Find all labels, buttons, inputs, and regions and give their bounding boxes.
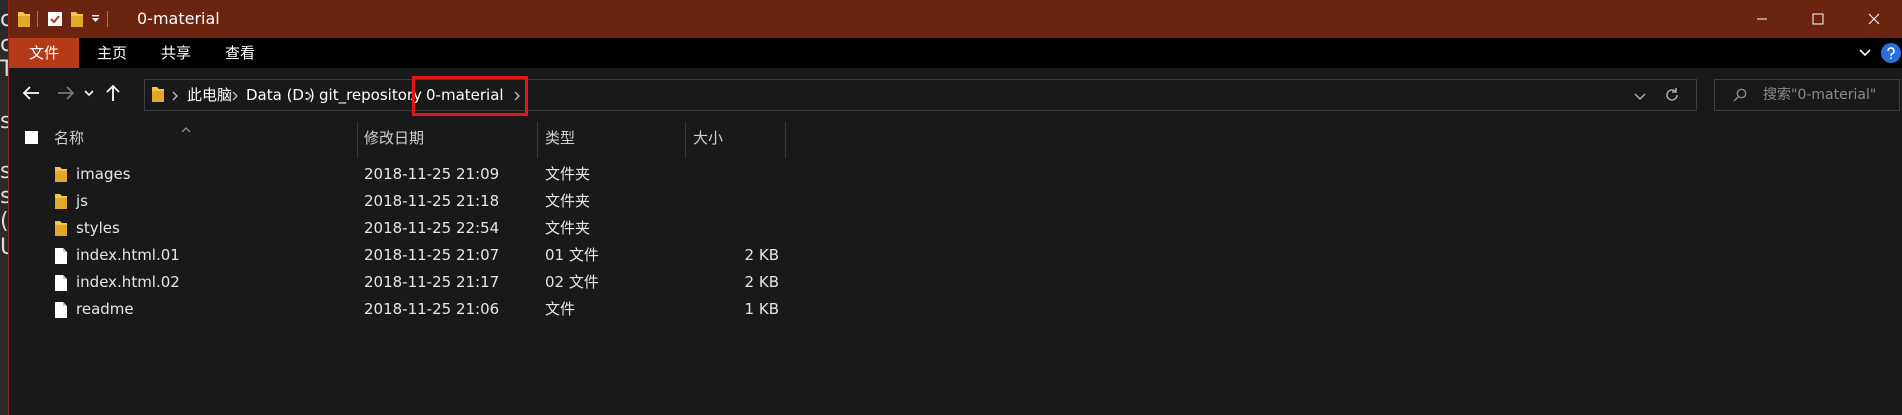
column-divider[interactable] (537, 122, 538, 158)
location-folder-icon (151, 86, 165, 107)
file-modified: 2018-11-25 21:09 (364, 165, 500, 183)
app-folder-icon (17, 10, 31, 28)
chevron-right-icon[interactable] (305, 88, 315, 102)
file-row[interactable]: styles 2018-11-25 22:54 文件夹 (9, 215, 809, 242)
title-bar[interactable]: 0-material (9, 0, 1902, 38)
file-name: images (76, 165, 131, 183)
file-row[interactable]: index.html.01 2018-11-25 21:07 01 文件 2 K… (9, 242, 809, 269)
file-type: 文件夹 (545, 192, 591, 210)
file-name: styles (76, 219, 120, 237)
arrow-left-icon (22, 86, 39, 100)
minimize-button[interactable] (1734, 0, 1790, 38)
window-title: 0-material (137, 9, 220, 28)
file-icon (54, 247, 68, 265)
file-name: index.html.01 (76, 246, 180, 264)
file-size (689, 161, 779, 188)
address-history-dropdown[interactable] (1633, 88, 1647, 107)
column-divider[interactable] (785, 122, 786, 158)
file-icon (54, 274, 68, 292)
tab-view[interactable]: 查看 (212, 38, 268, 68)
column-header-modified[interactable]: 修改日期 (364, 118, 534, 158)
column-header-type[interactable]: 类型 (545, 118, 685, 158)
chevron-right-icon[interactable] (231, 88, 241, 102)
chevron-right-icon[interactable] (171, 88, 181, 102)
folder-icon (54, 193, 68, 211)
address-bar[interactable]: 此电脑 Data (D:) git_repository 0-material (144, 76, 1697, 116)
file-name: readme (76, 300, 134, 318)
file-type: 02 文件 (545, 273, 599, 291)
column-divider[interactable] (357, 122, 358, 158)
column-divider[interactable] (685, 122, 686, 158)
arrow-up-icon (106, 84, 120, 101)
file-size: 2 KB (744, 273, 779, 291)
highlight-box (412, 76, 528, 116)
file-size (689, 215, 779, 242)
search-box[interactable]: 搜索"0-material" (1714, 79, 1900, 111)
file-name: js (76, 192, 88, 210)
close-icon (1868, 13, 1880, 25)
recent-locations-button[interactable] (80, 80, 98, 106)
folder-icon (54, 166, 68, 184)
minimize-icon (1757, 18, 1767, 20)
chevron-down-icon (1859, 49, 1871, 57)
file-size: 2 KB (744, 246, 779, 264)
arrow-right-icon (58, 86, 75, 100)
back-button[interactable] (18, 80, 44, 106)
file-name: index.html.02 (76, 273, 180, 291)
file-type: 文件 (545, 300, 576, 318)
navigation-bar: 此电脑 Data (D:) git_repository 0-material … (9, 68, 1902, 118)
chevron-down-icon (1634, 93, 1646, 101)
search-placeholder: 搜索"0-material" (1763, 87, 1877, 103)
new-folder-icon[interactable] (70, 10, 84, 28)
refresh-button[interactable] (1664, 87, 1680, 107)
properties-icon[interactable] (47, 10, 63, 28)
file-row[interactable]: readme 2018-11-25 21:06 文件 1 KB (9, 296, 809, 323)
select-all-checkbox[interactable] (25, 131, 38, 144)
refresh-icon (1666, 88, 1678, 101)
tab-home[interactable]: 主页 (84, 38, 140, 68)
customize-toolbar-icon[interactable] (91, 10, 100, 28)
chevron-down-icon (84, 90, 94, 97)
file-modified: 2018-11-25 21:18 (364, 192, 500, 210)
file-modified: 2018-11-25 21:07 (364, 246, 500, 264)
forward-button[interactable] (53, 80, 79, 106)
file-modified: 2018-11-25 22:54 (364, 219, 500, 237)
tab-share[interactable]: 共享 (148, 38, 204, 68)
search-icon (1733, 88, 1747, 102)
toolbar-separator (107, 11, 108, 27)
file-modified: 2018-11-25 21:06 (364, 300, 500, 318)
toolbar-separator (37, 11, 38, 27)
breadcrumb-this-pc[interactable]: 此电脑 (187, 80, 232, 110)
file-type: 文件夹 (545, 219, 591, 237)
help-icon (1887, 47, 1895, 59)
close-button[interactable] (1846, 0, 1902, 38)
column-header-row: 名称 修改日期 类型 大小 (9, 118, 1902, 158)
maximize-button[interactable] (1790, 0, 1846, 38)
file-size (689, 188, 779, 215)
breadcrumb-git-repository[interactable]: git_repository (319, 80, 422, 110)
folder-icon (54, 220, 68, 238)
file-modified: 2018-11-25 21:17 (364, 273, 500, 291)
maximize-icon (1812, 13, 1824, 25)
column-header-name[interactable]: 名称 (54, 118, 354, 158)
file-size: 1 KB (744, 300, 779, 318)
expand-ribbon-button[interactable] (1857, 45, 1873, 61)
help-button[interactable] (1881, 43, 1901, 63)
file-list-view[interactable]: 名称 修改日期 类型 大小 images 2018-11-25 21:09 文件… (9, 118, 1902, 415)
file-type: 01 文件 (545, 246, 599, 264)
column-header-size[interactable]: 大小 (693, 118, 783, 158)
tab-file[interactable]: 文件 (9, 38, 79, 68)
file-icon (54, 301, 68, 319)
ribbon-tab-bar: 文件 主页 共享 查看 (9, 38, 1902, 68)
file-row[interactable]: images 2018-11-25 21:09 文件夹 (9, 161, 809, 188)
file-type: 文件夹 (545, 165, 591, 183)
up-button[interactable] (100, 80, 126, 106)
file-row[interactable]: index.html.02 2018-11-25 21:17 02 文件 2 K… (9, 269, 809, 296)
file-row[interactable]: js 2018-11-25 21:18 文件夹 (9, 188, 809, 215)
